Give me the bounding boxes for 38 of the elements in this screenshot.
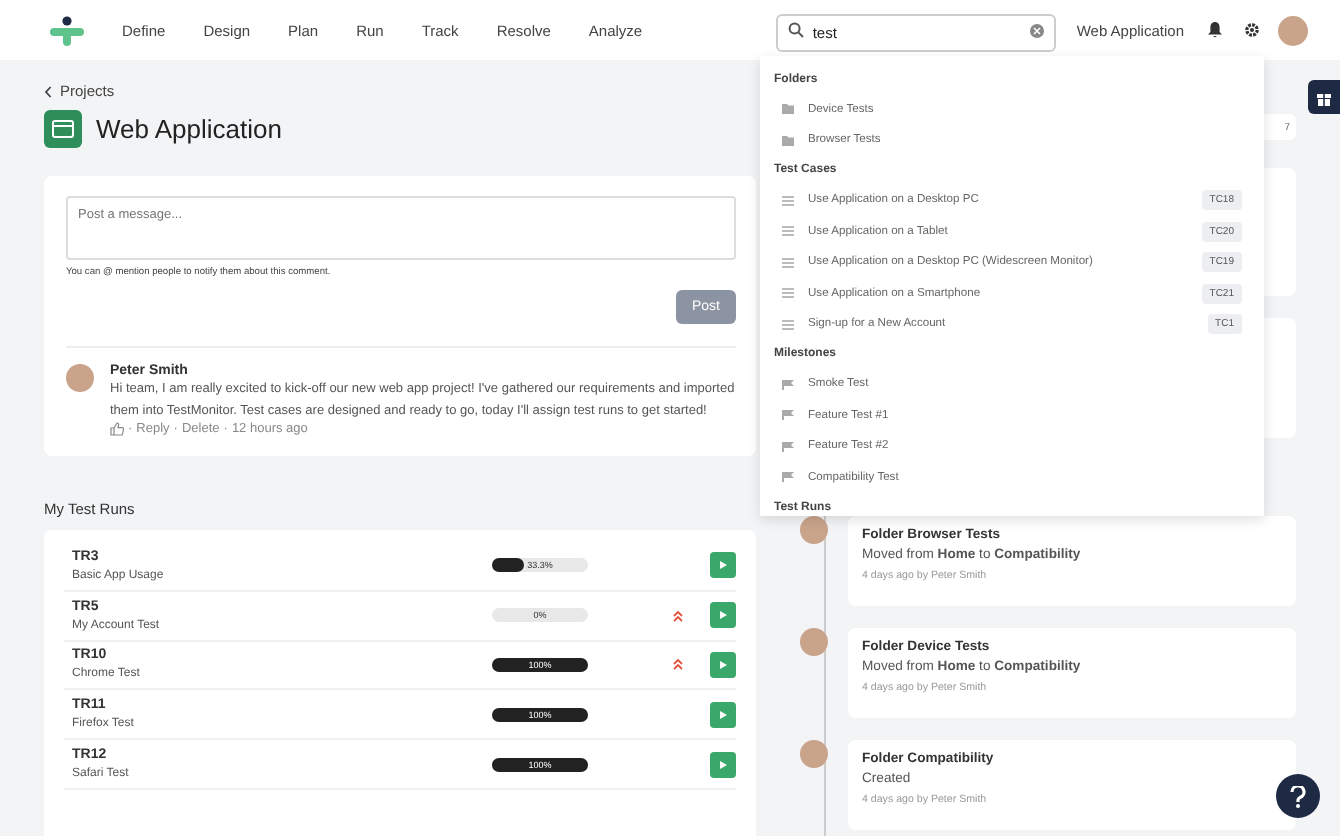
avatar	[800, 516, 828, 544]
play-icon	[718, 759, 728, 770]
avatar	[800, 628, 828, 656]
flag-icon	[782, 472, 794, 483]
play-icon	[718, 659, 728, 670]
flag-icon	[782, 410, 794, 421]
page-title: Web Application	[96, 114, 282, 144]
list-icon	[782, 288, 794, 299]
search-icon	[788, 22, 805, 38]
chevron-left-icon[interactable]	[44, 85, 52, 97]
play-button[interactable]	[710, 701, 736, 728]
settings-icon[interactable]	[1244, 22, 1260, 38]
list-icon	[782, 195, 794, 206]
play-icon	[718, 709, 728, 720]
folder-icon	[782, 104, 794, 115]
list-icon	[782, 226, 794, 237]
play-icon	[718, 610, 728, 621]
list-icon	[782, 319, 794, 330]
browser-window-icon	[44, 110, 82, 148]
folder-icon	[782, 135, 794, 146]
play-button[interactable]	[710, 602, 736, 629]
flag-icon	[782, 379, 794, 390]
play-button[interactable]	[710, 651, 736, 678]
play-button[interactable]	[710, 751, 736, 778]
avatar[interactable]	[1278, 15, 1308, 45]
play-button[interactable]	[710, 552, 736, 579]
clear-icon[interactable]	[1030, 23, 1045, 37]
thumbs-up-icon[interactable]	[110, 422, 124, 436]
gift-button[interactable]	[1308, 80, 1340, 114]
help-button[interactable]	[1276, 774, 1320, 818]
logo-icon[interactable]	[50, 15, 84, 45]
flag-icon	[782, 441, 794, 452]
bell-icon[interactable]	[1208, 22, 1222, 38]
list-icon	[782, 257, 794, 268]
avatar	[800, 740, 828, 768]
avatar	[66, 364, 94, 392]
play-icon	[718, 560, 728, 571]
question-mark-icon	[1290, 785, 1306, 807]
